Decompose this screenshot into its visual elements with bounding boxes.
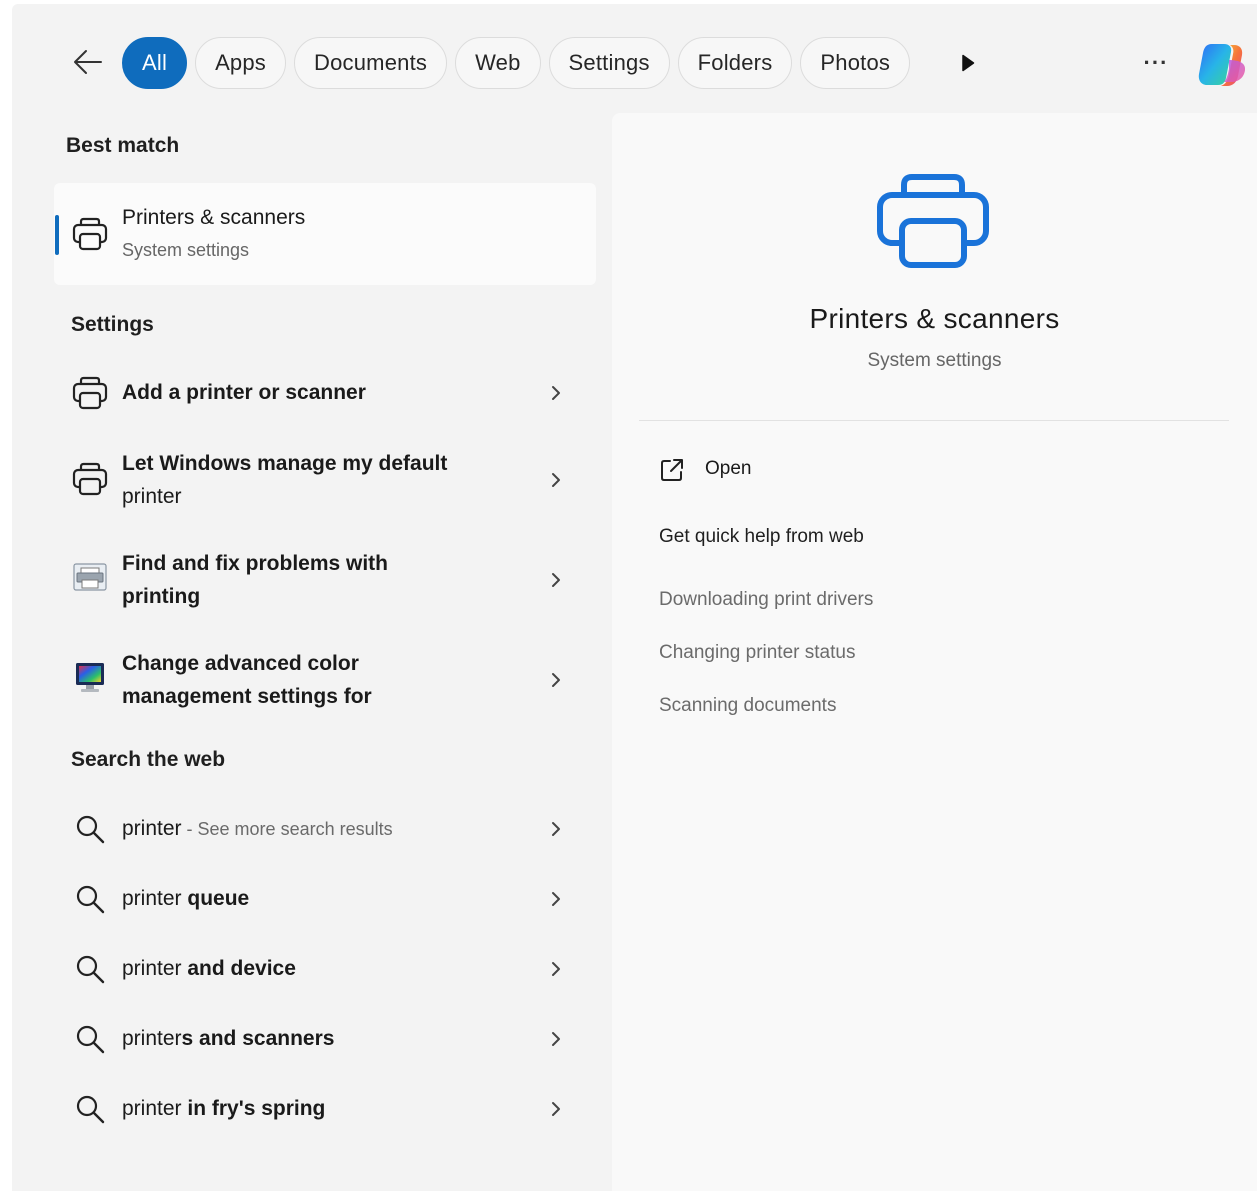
web-result-printers-and-scanners[interactable]: printers and scanners (54, 1004, 596, 1074)
filter-chip-apps[interactable]: Apps (195, 37, 287, 89)
settings-item-printing-troubleshooter[interactable]: Find and fix problems with printing (54, 534, 596, 624)
web-result-label: printers and scanners (122, 1027, 335, 1050)
web-result-see-more[interactable]: printer - See more search results (54, 794, 596, 864)
search-window: All Apps Documents Web Settings Folders … (12, 4, 1257, 1191)
copilot-button[interactable] (1196, 38, 1250, 92)
chevron-right-icon (552, 1032, 560, 1046)
detail-pane: Printers & scanners System settings Open… (612, 113, 1257, 1191)
color-monitor-icon (76, 663, 104, 692)
back-button[interactable] (70, 44, 106, 80)
chevron-right-icon (552, 386, 560, 400)
settings-item-color-management[interactable]: Change advanced color management settings… (54, 634, 596, 724)
printer-icon (877, 174, 989, 268)
settings-item-add-printer[interactable]: Add a printer or scanner (54, 358, 596, 428)
selection-indicator (55, 215, 59, 255)
settings-heading: Settings (71, 313, 154, 336)
chevron-right-icon (552, 573, 560, 587)
help-link-printer-status[interactable]: Changing printer status (659, 642, 855, 664)
printer-icon (72, 217, 108, 251)
filter-chip-settings[interactable]: Settings (548, 37, 670, 89)
best-match-title: Printers & scanners (122, 206, 306, 229)
chevron-right-icon (552, 962, 560, 976)
chevron-right-icon (552, 673, 560, 687)
filter-chip-photos[interactable]: Photos (800, 37, 911, 89)
search-web-heading: Search the web (71, 748, 226, 771)
play-right-icon (962, 54, 975, 72)
web-result-label: printer - See more search results (122, 817, 393, 840)
chevron-right-icon (552, 892, 560, 906)
open-label: Open (705, 458, 752, 479)
open-button[interactable]: Open (657, 453, 957, 493)
copilot-icon (1198, 44, 1246, 86)
filter-chip-folders[interactable]: Folders (677, 37, 793, 89)
web-result-label: printer and device (122, 957, 296, 980)
divider (639, 420, 1229, 421)
web-result-printer-queue[interactable]: printer queue (54, 864, 596, 934)
settings-item-default-printer[interactable]: Let Windows manage my default printer (54, 434, 596, 524)
search-icon (76, 1095, 105, 1124)
chevron-right-icon (552, 1102, 560, 1116)
more-options-button[interactable]: ··· (1136, 46, 1176, 80)
printer-icon (72, 376, 108, 410)
chevron-right-icon (552, 822, 560, 836)
web-result-label: printer queue (122, 887, 250, 910)
filter-chip-all[interactable]: All (122, 37, 188, 89)
web-result-printer-and-device[interactable]: printer and device (54, 934, 596, 1004)
best-match-item[interactable]: Printers & scanners System settings (54, 183, 596, 285)
quick-help-heading: Get quick help from web (659, 526, 864, 547)
web-result-printer-in-frys-spring[interactable]: printer in fry's spring (54, 1074, 596, 1144)
filter-chip-documents[interactable]: Documents (294, 37, 448, 89)
help-link-print-drivers[interactable]: Downloading print drivers (659, 589, 873, 611)
chevron-right-icon (552, 473, 560, 487)
detail-subtitle: System settings (867, 350, 1002, 371)
detail-title: Printers & scanners (809, 303, 1060, 334)
open-external-icon (661, 459, 683, 481)
search-icon (76, 885, 105, 914)
settings-item-label: Change advanced color management settings… (122, 652, 372, 708)
arrow-left-icon (74, 50, 102, 74)
search-icon (76, 955, 105, 984)
help-link-scanning[interactable]: Scanning documents (659, 695, 836, 717)
settings-item-label: Add a printer or scanner (122, 381, 366, 404)
printer-icon (72, 462, 108, 496)
search-icon (76, 815, 105, 844)
filter-chips: All Apps Documents Web Settings Folders … (122, 37, 911, 89)
search-icon (76, 1025, 105, 1054)
settings-item-label: Let Windows manage my default printer (122, 452, 448, 508)
best-match-heading: Best match (66, 134, 180, 157)
settings-item-label: Find and fix problems with printing (122, 552, 389, 608)
more-filters-button[interactable] (956, 48, 980, 78)
printer-troubleshoot-icon (73, 563, 107, 591)
web-result-label: printer in fry's spring (122, 1097, 326, 1120)
best-match-subtitle: System settings (122, 240, 250, 260)
filter-chip-web[interactable]: Web (455, 37, 541, 89)
